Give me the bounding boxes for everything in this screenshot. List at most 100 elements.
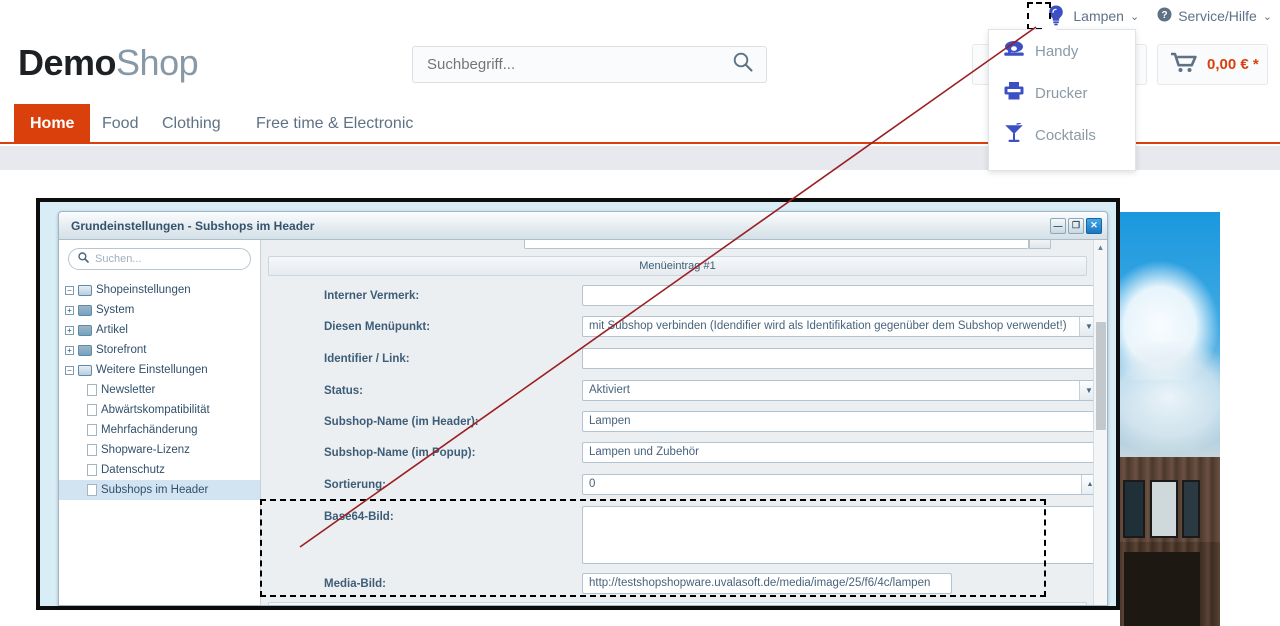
tree-item-label: Shopeinstellungen [96, 284, 191, 296]
stepper-up-icon[interactable]: ▲ [1082, 475, 1093, 494]
partial-cut-row [262, 240, 1089, 250]
chevron-down-icon[interactable]: ▼ [1079, 317, 1093, 336]
window-close-button[interactable]: ✕ [1086, 217, 1102, 234]
number-stepper[interactable]: ▲ ▼ [1081, 475, 1093, 494]
identifier-link-input[interactable] [582, 348, 1093, 369]
tree-item-subshops-im-header[interactable]: Subshops im Header [59, 480, 260, 500]
partial-row-button[interactable] [1029, 240, 1051, 249]
document-icon [87, 404, 97, 416]
select-value: mit Subshop verbinden (Idendifier wird a… [589, 320, 1067, 332]
sidebar-search-placeholder: Suchen... [95, 253, 142, 265]
nav-item-food[interactable]: Food [86, 104, 154, 144]
window-maximize-button[interactable]: ❐ [1068, 217, 1084, 234]
topbar-item-service-hilfe[interactable]: ? Service/Hilfe ⌄ [1157, 7, 1272, 25]
tree-item-label: Mehrfachänderung [101, 424, 198, 436]
chevron-down-icon: ⌄ [1262, 10, 1272, 23]
tree-item-label: Datenschutz [101, 464, 165, 476]
backend-browser-frame: Grundeinstellungen - Subshops im Header … [36, 198, 1120, 610]
document-icon [87, 444, 97, 456]
scroll-up-icon[interactable]: ▲ [1094, 240, 1107, 254]
photo-window [1123, 480, 1145, 538]
popup-item-label: Cocktails [1035, 126, 1096, 144]
search-box[interactable] [412, 46, 767, 83]
field-label: Subshop-Name (im Popup): [324, 447, 476, 459]
document-icon [87, 384, 97, 396]
collapse-icon[interactable]: − [65, 285, 74, 295]
tree-item-shopeinstellungen[interactable]: − Shopeinstellungen [59, 280, 260, 300]
folder-open-icon [78, 284, 92, 296]
field-label: Diesen Menüpunkt: [324, 321, 431, 333]
expand-icon[interactable]: + [65, 305, 74, 315]
topbar-item-lampen[interactable]: Lampen ⌄ [1045, 3, 1139, 29]
tree-item-abw-rtskompatibilit-t[interactable]: Abwärtskompatibilität [59, 400, 260, 420]
cart-button[interactable]: 0,00 € * [1157, 44, 1268, 85]
tree-item-shopware-lizenz[interactable]: Shopware-Lizenz [59, 440, 260, 460]
site-logo[interactable]: DemoShop [18, 42, 199, 84]
nav-item-free-time-electronic[interactable]: Free time & Electronic [240, 104, 429, 144]
subshop-name-header-input[interactable]: Lampen [582, 411, 1093, 432]
status-select[interactable]: Aktiviert ▼ [582, 380, 1093, 401]
storefront-topbar: Lampen ⌄ ? Service/Hilfe ⌄ [0, 0, 1280, 30]
shopping-cart-icon [1170, 51, 1198, 78]
popup-item-label: Drucker [1035, 84, 1088, 102]
folder-open-icon [78, 364, 92, 376]
search-icon[interactable] [732, 51, 754, 78]
cocktail-glass-icon [1003, 122, 1025, 147]
printer-icon [1003, 81, 1025, 105]
partial-row-label [282, 240, 285, 248]
tree-item-label: Shopware-Lizenz [101, 444, 190, 456]
select-value: Aktiviert [589, 384, 630, 396]
tree-item-artikel[interactable]: + Artikel [59, 320, 260, 340]
screenshot-root: Lampen ⌄ ? Service/Hilfe ⌄ DemoShop Such… [0, 0, 1280, 626]
chevron-down-icon[interactable]: ▼ [1079, 381, 1093, 400]
base64-bild-textarea[interactable] [582, 506, 1093, 564]
settings-tree: − Shopeinstellungen + System + Artikel + Storef… [59, 276, 260, 500]
collapse-icon[interactable]: − [65, 365, 74, 375]
photo-window [1150, 480, 1178, 538]
vertical-scrollbar[interactable]: ▲ [1093, 240, 1107, 605]
sidebar-search-box[interactable]: Suchen... [68, 248, 251, 270]
topbar-item-label: Lampen [1073, 8, 1124, 24]
backend-window-body: Suchen... − Shopeinstellungen + System + Arti… [59, 240, 1107, 605]
diesen-menuepunkt-select[interactable]: mit Subshop verbinden (Idendifier wird a… [582, 316, 1093, 337]
nav-item-home[interactable]: Home [14, 104, 91, 144]
question-circle-icon: ? [1157, 7, 1172, 25]
expand-icon[interactable]: + [65, 325, 74, 335]
tree-item-weitere-einstellungen[interactable]: − Weitere Einstellungen [59, 360, 260, 380]
window-minimize-button[interactable]: — [1050, 217, 1066, 234]
form-row-interner-vermerk: Interner Vermerk: ? [262, 282, 1093, 313]
form-row-status: Status: Aktiviert ▼ ? [262, 377, 1093, 408]
document-icon [87, 424, 97, 436]
tree-item-mehrfach-nderung[interactable]: Mehrfachänderung [59, 420, 260, 440]
search-icon [78, 252, 89, 266]
scrollbar-thumb[interactable] [1096, 322, 1106, 430]
backend-window: Grundeinstellungen - Subshops im Header … [58, 211, 1108, 606]
form-row-diesen-menuepunkt: Diesen Menüpunkt: mit Subshop verbinden … [262, 313, 1093, 344]
section-header-label: Menüeintrag #1 [639, 260, 716, 272]
tree-item-newsletter[interactable]: Newsletter [59, 380, 260, 400]
search-input[interactable] [413, 55, 703, 74]
popup-item-cocktails[interactable]: Cocktails [989, 114, 1135, 156]
hero-building-photo [1120, 212, 1220, 626]
nav-item-clothing[interactable]: Clothing [146, 104, 237, 144]
tree-item-storefront[interactable]: + Storefront [59, 340, 260, 360]
field-label: Status: [324, 385, 363, 397]
popup-item-handy[interactable]: Handy [989, 30, 1135, 72]
sortierung-value: 0 [589, 478, 596, 490]
photo-cloud [1120, 342, 1220, 452]
document-icon [87, 484, 97, 496]
folder-icon [78, 324, 92, 336]
section-header-menueintrag-1: Menüeintrag #1 [268, 256, 1087, 276]
tree-item-datenschutz[interactable]: Datenschutz [59, 460, 260, 480]
media-bild-input[interactable]: http://testshopshopware.uvalasoft.de/med… [582, 573, 952, 594]
form-row-sortierung: Sortierung: 0 ▲ ▼ ? [262, 471, 1093, 502]
backend-form-panel: Menüeintrag #1 Interner Vermerk: ? Diese… [262, 240, 1093, 605]
subshop-name-popup-input[interactable]: Lampen und Zubehör [582, 442, 1093, 463]
popup-item-drucker[interactable]: Drucker [989, 72, 1135, 114]
expand-icon[interactable]: + [65, 345, 74, 355]
partial-row-input[interactable] [524, 240, 1029, 249]
interner-vermerk-input[interactable] [582, 285, 1093, 306]
sortierung-input[interactable]: 0 ▲ ▼ [582, 474, 1093, 495]
field-label: Identifier / Link: [324, 353, 410, 365]
tree-item-system[interactable]: + System [59, 300, 260, 320]
